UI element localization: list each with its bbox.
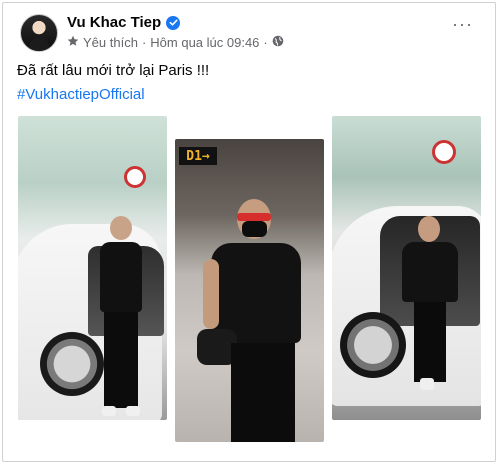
gate-sign: D1→: [179, 147, 217, 165]
avatar[interactable]: [20, 14, 58, 52]
post-photo-2[interactable]: D1→: [175, 139, 324, 442]
man-shoe: [102, 406, 116, 416]
post-photo-3[interactable]: [332, 116, 481, 420]
avatar-figure: [29, 37, 49, 51]
man-shirt: [402, 242, 458, 302]
man-pants: [414, 302, 446, 382]
man-shoe: [126, 406, 140, 416]
traffic-sign-icon: [432, 140, 456, 164]
man-shirt: [211, 243, 301, 343]
meta-separator: ·: [141, 35, 147, 50]
man-head: [418, 216, 440, 242]
hashtag-link[interactable]: #VukhactiepOfficial: [17, 86, 145, 103]
post-caption: Đã rất lâu mới trở lại Paris !!!: [17, 62, 210, 79]
face-mask: [242, 221, 267, 237]
man-pants: [104, 312, 138, 408]
man-arm: [203, 259, 219, 329]
favorites-label: Yêu thích: [83, 35, 138, 50]
car-wheel: [40, 332, 104, 396]
man-figure: [394, 216, 464, 396]
author-name[interactable]: Vu Khac Tiep: [67, 14, 161, 31]
man-shirt: [100, 242, 142, 312]
more-options-icon[interactable]: ···: [452, 15, 473, 33]
globe-icon[interactable]: [272, 35, 284, 50]
verified-badge-icon: [166, 15, 181, 30]
star-icon: [67, 35, 79, 50]
post-photo-1[interactable]: [18, 116, 167, 420]
man-head: [110, 216, 132, 240]
man-figure: [96, 216, 146, 416]
traffic-sign-icon: [124, 166, 146, 188]
meta-separator: ·: [263, 35, 268, 50]
post-author: Vu Khac Tiep: [67, 14, 181, 31]
red-sunglasses: [237, 213, 271, 221]
post-timestamp[interactable]: Hôm qua lúc 09:46: [150, 35, 259, 50]
man-shoe: [420, 378, 434, 390]
man-figure: [197, 199, 307, 442]
man-pants: [231, 343, 295, 442]
post-meta: Yêu thích · Hôm qua lúc 09:46 ·: [67, 35, 284, 50]
